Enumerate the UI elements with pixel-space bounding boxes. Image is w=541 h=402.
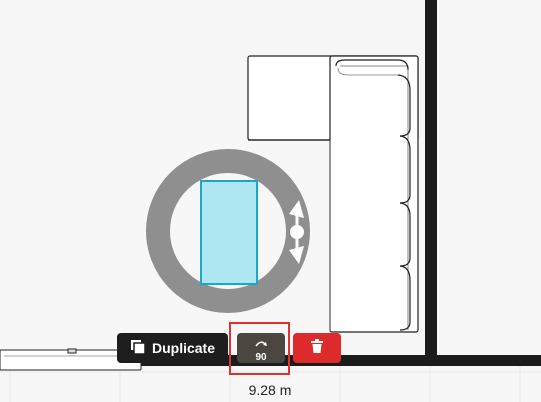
wall-right[interactable]: [425, 0, 437, 366]
duplicate-button[interactable]: Duplicate: [117, 333, 228, 363]
rotate-icon: [254, 334, 268, 352]
dimension-label: 9.28 m: [248, 382, 292, 398]
duplicate-icon: [130, 339, 146, 358]
rotate-90-button[interactable]: 90: [237, 333, 285, 363]
rotate-degrees: 90: [255, 351, 267, 363]
duplicate-label: Duplicate: [151, 340, 215, 356]
selected-object[interactable]: [200, 180, 258, 285]
delete-button[interactable]: [293, 333, 341, 363]
trash-icon: [311, 338, 323, 358]
